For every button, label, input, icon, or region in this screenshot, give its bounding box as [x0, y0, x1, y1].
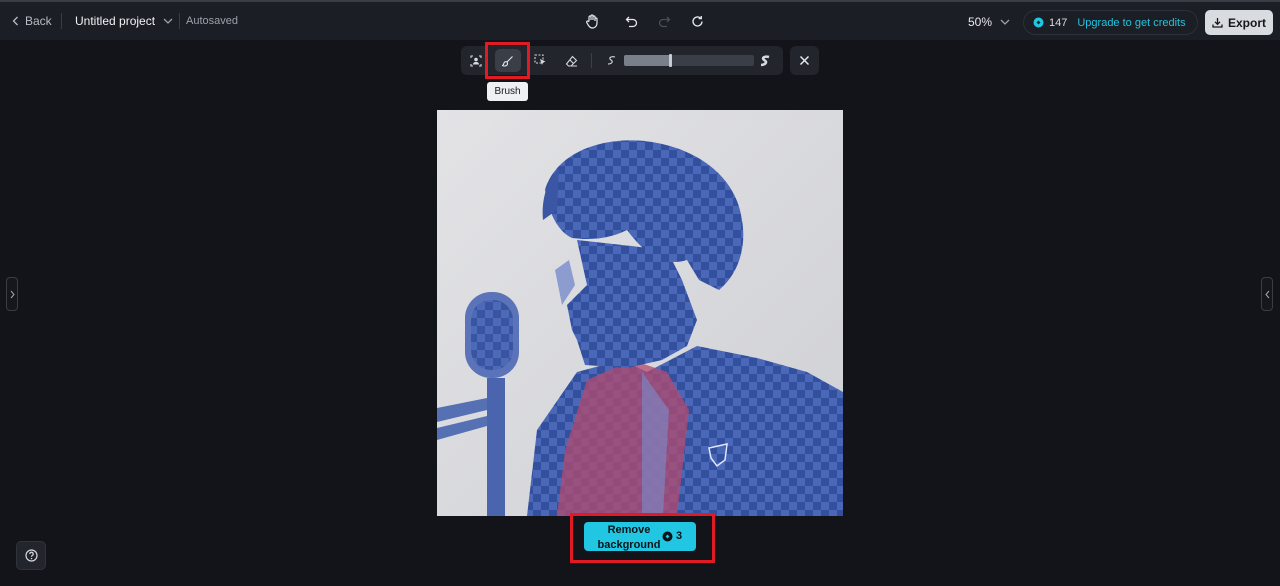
- person-select-icon: [470, 54, 482, 67]
- left-panel-toggle[interactable]: [6, 277, 18, 311]
- redo-icon[interactable]: [656, 13, 672, 29]
- export-label: Export: [1227, 15, 1266, 30]
- remove-label-line2: background: [597, 539, 661, 551]
- hand-pan-icon[interactable]: [584, 13, 600, 29]
- remove-background-label: Remove background: [584, 523, 674, 553]
- help-question-icon: [24, 549, 38, 562]
- back-label: Back: [25, 14, 52, 28]
- credit-coin-icon: [662, 531, 673, 541]
- zoom-dropdown[interactable]: 50%: [968, 15, 1010, 29]
- upgrade-link[interactable]: Upgrade to get credits: [1077, 17, 1185, 29]
- chevron-down-icon: [1000, 19, 1010, 25]
- export-button[interactable]: Export: [1205, 10, 1273, 35]
- download-icon: [1212, 18, 1223, 28]
- brush-size-fill: [624, 55, 670, 66]
- image-canvas[interactable]: [437, 110, 843, 516]
- chevron-down-icon: [163, 18, 173, 24]
- right-panel-toggle[interactable]: [1261, 277, 1273, 311]
- brush-size-small-button[interactable]: [598, 49, 624, 72]
- brush-size-large-button[interactable]: [752, 49, 778, 72]
- reset-icon[interactable]: [689, 13, 705, 29]
- zoom-level: 50%: [968, 15, 993, 29]
- lasso-select-icon: [533, 54, 545, 65]
- lasso-tool-button[interactable]: [527, 49, 553, 72]
- divider: [591, 53, 592, 68]
- brush-highlight-box: [485, 42, 530, 79]
- remove-background-button[interactable]: Remove background 3: [584, 522, 696, 551]
- credit-cost-value: 3: [676, 530, 683, 542]
- eraser-icon: [565, 55, 577, 67]
- close-icon: [799, 55, 810, 66]
- chevron-left-icon: [1264, 290, 1269, 298]
- close-mask-tool-button[interactable]: [790, 46, 819, 75]
- credit-coin-icon: [1033, 17, 1044, 28]
- project-name: Untitled project: [75, 14, 156, 28]
- brush-size-thumb[interactable]: [668, 54, 672, 67]
- project-name-menu[interactable]: Untitled project: [75, 14, 173, 28]
- undo-icon[interactable]: [623, 13, 639, 29]
- brush-size-slider[interactable]: [624, 54, 754, 67]
- brush-large-icon: [760, 54, 770, 66]
- save-status: Autosaved: [186, 15, 238, 27]
- divider: [179, 13, 180, 29]
- back-button[interactable]: Back: [12, 14, 52, 28]
- top-bar: Back Untitled project Autosaved 50% 147 …: [0, 0, 1280, 40]
- divider: [61, 13, 62, 29]
- masked-photo: [437, 110, 843, 516]
- credit-cost: 3: [662, 530, 682, 542]
- chevron-right-icon: [10, 290, 15, 298]
- history-tools: [584, 13, 705, 29]
- brush-small-icon: [607, 56, 615, 65]
- brush-tooltip: Brush: [487, 82, 528, 101]
- eraser-tool-button[interactable]: [558, 49, 584, 72]
- chevron-left-icon: [12, 16, 18, 26]
- credits-count: 147: [1049, 16, 1068, 29]
- credits-pill: 147 Upgrade to get credits: [1023, 10, 1198, 35]
- remove-label-line1: Remove: [607, 524, 651, 536]
- help-button[interactable]: [16, 541, 46, 570]
